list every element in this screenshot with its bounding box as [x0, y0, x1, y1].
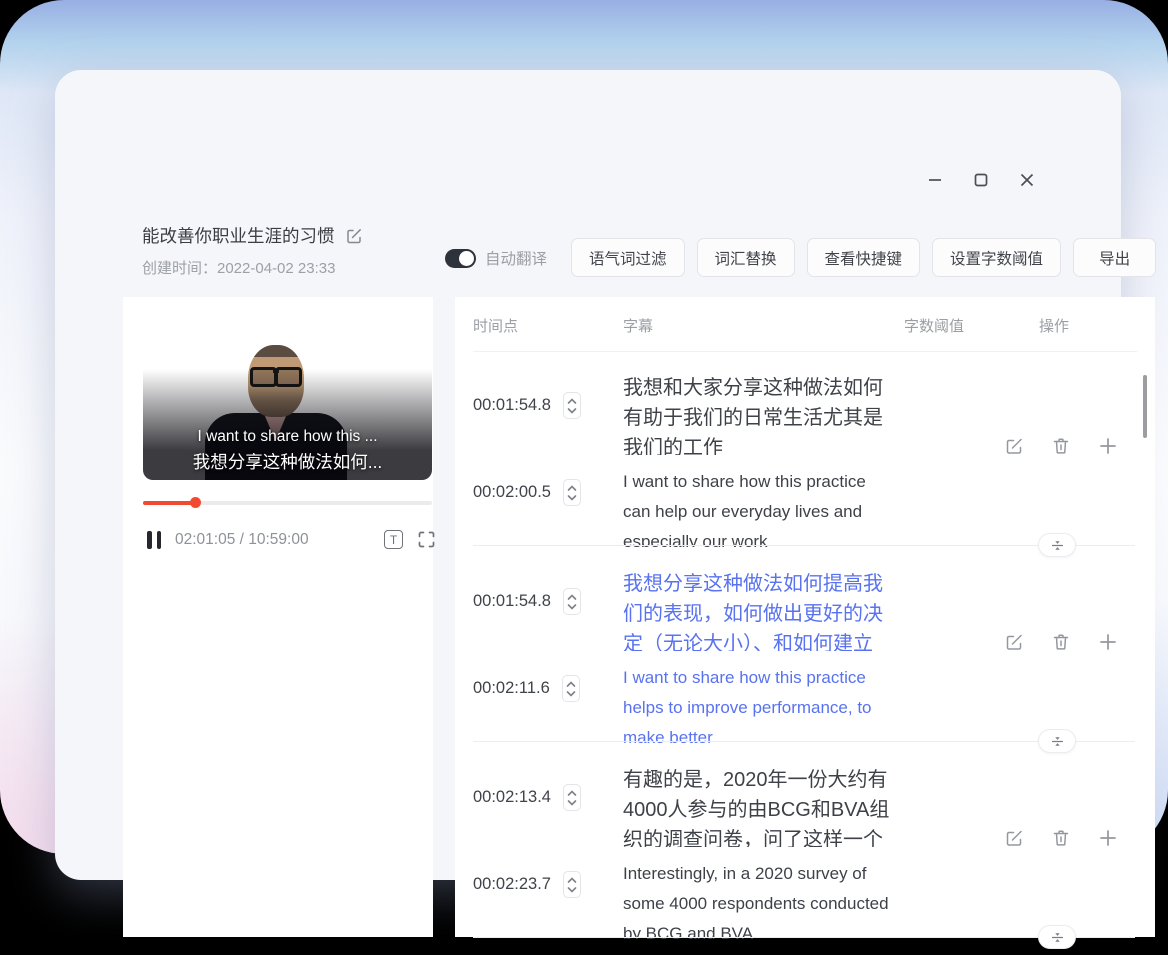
auto-translate-toggle[interactable]: [445, 249, 476, 268]
subtitle-text-en[interactable]: I want to share how this practice can he…: [623, 467, 891, 547]
created-time-label: 创建时间：2022-04-02 23:33: [142, 257, 335, 278]
seek-bar[interactable]: [143, 497, 432, 509]
project-title: 能改善你职业生涯的习惯: [142, 223, 335, 248]
toolbar: 语气词过滤 词汇替换 查看快捷键 设置字数阈值 导出: [571, 238, 1156, 277]
filler-words-filter-button[interactable]: 语气词过滤: [571, 238, 685, 277]
set-char-threshold-button[interactable]: 设置字数阈值: [932, 238, 1061, 277]
group-divider: [473, 937, 1135, 938]
overlay-subtitle-cn: 我想分享这种做法如何...: [143, 449, 432, 474]
auto-translate-label: 自动翻译: [485, 247, 547, 269]
subtitle-text-cn[interactable]: 有趣的是，2020年一份大约有4000人参与的由BCG和BVA组织的调查问卷，问…: [623, 765, 891, 847]
edit-row-icon[interactable]: [1003, 435, 1024, 456]
delete-row-icon[interactable]: [1050, 435, 1071, 456]
subtitle-group: 00:01:54.8 我想分享这种做法如何提高我们的表现，如何做出更好的决定（无…: [455, 563, 1155, 759]
add-row-icon[interactable]: [1097, 631, 1118, 652]
subtitle-text-cn[interactable]: 我想和大家分享这种做法如何有助于我们的日常生活尤其是我们的工作: [623, 373, 891, 455]
timestamp: 00:01:54.8: [473, 396, 551, 415]
timestamp: 00:02:23.7: [473, 875, 551, 894]
seek-bar-fill: [143, 501, 195, 505]
timestamp: 00:02:11.6: [473, 679, 550, 698]
minimize-button[interactable]: [925, 170, 945, 190]
subtitle-table-panel: 时间点 字幕 字数阈值 操作 00:01:54.8 我想和大家分享这种做法如何有…: [455, 297, 1155, 937]
subtitle-group: 00:01:54.8 我想和大家分享这种做法如何有助于我们的日常生活尤其是我们的…: [455, 367, 1155, 563]
col-actions: 操作: [1039, 315, 1069, 336]
seek-bar-knob[interactable]: [190, 497, 201, 508]
col-subtitle: 字幕: [623, 315, 653, 336]
window-controls: [925, 170, 1037, 190]
toggle-knob: [459, 251, 474, 266]
merge-subtitles-button[interactable]: [1038, 533, 1076, 557]
time-stepper[interactable]: [563, 784, 581, 811]
subtitle-groups: 00:01:54.8 我想和大家分享这种做法如何有助于我们的日常生活尤其是我们的…: [455, 367, 1155, 955]
fullscreen-button[interactable]: [417, 530, 436, 549]
time-stepper[interactable]: [563, 479, 581, 506]
group-divider: [473, 741, 1135, 742]
close-button[interactable]: [1017, 170, 1037, 190]
playback-time: 02:01:05 / 10:59:00: [175, 531, 309, 549]
subtitle-text-cn[interactable]: 我想分享这种做法如何提高我们的表现，如何做出更好的决定（无论大小）、和如何建立: [623, 569, 891, 651]
merge-subtitles-button[interactable]: [1038, 925, 1076, 949]
overlay-subtitle-en: I want to share how this ...: [143, 428, 432, 446]
timestamp: 00:02:00.5: [473, 483, 551, 502]
app-window: 能改善你职业生涯的习惯 创建时间：2022-04-02 23:33 自动翻译 语…: [55, 70, 1121, 880]
export-button[interactable]: 导出: [1073, 238, 1156, 277]
time-stepper[interactable]: [563, 392, 581, 419]
group-divider: [473, 545, 1135, 546]
pause-button[interactable]: [147, 531, 161, 549]
maximize-button[interactable]: [971, 170, 991, 190]
table-scrollbar[interactable]: [1143, 375, 1147, 438]
subtitle-group: 00:02:13.4 有趣的是，2020年一份大约有4000人参与的由BCG和B…: [455, 759, 1155, 955]
video-preview[interactable]: I want to share how this ... 我想分享这种做法如何.…: [143, 317, 432, 480]
add-row-icon[interactable]: [1097, 827, 1118, 848]
view-shortcuts-button[interactable]: 查看快捷键: [807, 238, 921, 277]
delete-row-icon[interactable]: [1050, 631, 1071, 652]
time-stepper[interactable]: [563, 588, 581, 615]
col-char-threshold: 字数阈值: [904, 315, 964, 336]
merge-subtitles-button[interactable]: [1038, 729, 1076, 753]
subtitle-style-button[interactable]: T: [384, 530, 403, 549]
player-panel: I want to share how this ... 我想分享这种做法如何.…: [123, 297, 433, 937]
edit-row-icon[interactable]: [1003, 827, 1024, 848]
add-row-icon[interactable]: [1097, 435, 1118, 456]
vocabulary-replace-button[interactable]: 词汇替换: [697, 238, 795, 277]
edit-row-icon[interactable]: [1003, 631, 1024, 652]
edit-title-icon[interactable]: [345, 227, 363, 245]
subtitle-text-en[interactable]: Interestingly, in a 2020 survey of some …: [623, 859, 891, 939]
timestamp: 00:02:13.4: [473, 788, 551, 807]
timestamp: 00:01:54.8: [473, 592, 551, 611]
delete-row-icon[interactable]: [1050, 827, 1071, 848]
time-stepper[interactable]: [562, 675, 580, 702]
subtitle-text-en[interactable]: I want to share how this practice helps …: [623, 663, 891, 743]
time-stepper[interactable]: [563, 871, 581, 898]
col-timepoint: 时间点: [473, 315, 518, 336]
